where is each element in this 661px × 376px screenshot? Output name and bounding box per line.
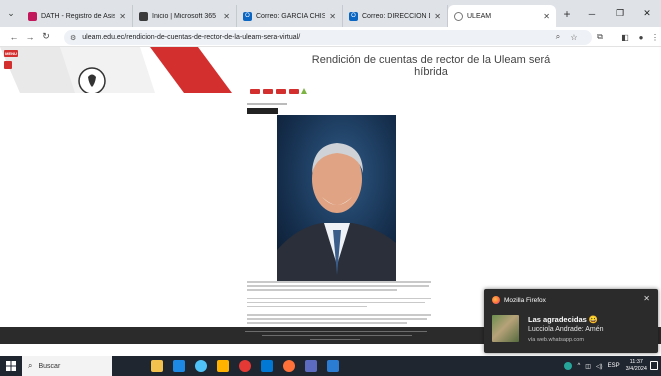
menu-badge[interactable]: MENU — [4, 50, 18, 57]
share-whatsapp-icon[interactable] — [276, 89, 286, 94]
forward-arrow-icon[interactable]: → — [22, 27, 38, 47]
share-facebook-icon[interactable] — [250, 89, 260, 94]
taskbar-app-task-view-icon[interactable] — [168, 356, 190, 376]
print-icon[interactable] — [301, 88, 307, 94]
taskbar-app-firefox-icon[interactable] — [278, 356, 300, 376]
weather-icon[interactable] — [564, 362, 573, 370]
tab-title: ULEAM — [467, 12, 492, 20]
network-icon[interactable]: ◫ — [585, 363, 591, 370]
reload-icon[interactable]: ↻ — [38, 27, 54, 47]
close-icon[interactable]: ✕ — [434, 12, 441, 21]
language-indicator[interactable]: ESP — [608, 363, 620, 369]
notification-center-icon[interactable] — [650, 361, 658, 370]
tab-title: Inicio | Microsoft 365 — [152, 12, 217, 20]
close-icon[interactable]: ✕ — [643, 294, 650, 303]
back-arrow-icon[interactable]: ← — [6, 27, 22, 47]
tab-dath[interactable]: DATH - Registro de Asistencia ✕ — [22, 5, 133, 27]
notification-body: Lucciola Andrade: Amén — [528, 326, 604, 333]
page-title: Rendición de cuentas de rector de la Ule… — [311, 54, 551, 78]
post-meta — [247, 103, 287, 105]
outlook-icon: O — [349, 11, 358, 21]
taskbar-app-mail-icon[interactable] — [256, 356, 278, 376]
taskbar-app-teams-icon[interactable] — [300, 356, 322, 376]
sidebar-icon[interactable]: ◧ — [618, 27, 632, 47]
notification-app-name: Mozilla Firefox — [492, 296, 546, 304]
share-twitter-icon[interactable] — [263, 89, 273, 94]
maximize-icon[interactable]: ❐ — [606, 0, 634, 27]
tab-title: Correo: GARCIA CHISPE CARLOS — [256, 12, 325, 20]
extensions-icon[interactable]: ⧉ — [593, 27, 607, 47]
rector-photo — [277, 115, 396, 283]
uleam-banner — [0, 47, 232, 93]
taskbar-app-word-icon[interactable] — [322, 356, 344, 376]
tab-microsoft365[interactable]: Inicio | Microsoft 365 ✕ — [133, 5, 237, 27]
clock[interactable]: 11:37 3/4/2024 — [626, 359, 647, 373]
windows-taskbar: ⌕ Buscar ^ ◫ ◁) ESP 11:37 3/4/2024 — [0, 356, 661, 376]
notification-image — [492, 315, 519, 342]
share-email-icon[interactable] — [289, 89, 299, 94]
chevron-up-icon[interactable]: ^ — [577, 363, 580, 369]
tab-outlook-garcia[interactable]: O Correo: GARCIA CHISPE CARLOS ✕ — [237, 5, 343, 27]
taskbar-app-files-icon[interactable] — [146, 356, 168, 376]
close-icon[interactable]: ✕ — [119, 12, 126, 21]
url-text: uleam.edu.ec/rendicion-de-cuentas-de-rec… — [82, 34, 301, 41]
firefox-notification[interactable]: Mozilla Firefox ✕ Las agradecidas 😀 Lucc… — [484, 289, 658, 353]
firefox-icon — [492, 296, 500, 304]
new-tab-button[interactable]: + — [558, 7, 576, 21]
site-info-icon[interactable]: ⚙ — [70, 34, 76, 42]
article-body — [247, 281, 431, 326]
microsoft365-icon — [139, 11, 148, 21]
search-icon[interactable]: ⌕ — [551, 27, 565, 47]
search-icon: ⌕ — [28, 361, 33, 370]
close-icon[interactable]: ✕ — [543, 12, 550, 21]
menu-kebab-icon[interactable]: ⋮ — [648, 27, 661, 47]
globe-icon — [454, 11, 463, 21]
taskbar-app-explorer-icon[interactable] — [212, 356, 234, 376]
close-icon[interactable]: ✕ — [329, 12, 336, 21]
taskbar-app-chrome-icon[interactable] — [234, 356, 256, 376]
side-accessibility-icon[interactable] — [4, 61, 12, 69]
tab-search-chevron-icon[interactable]: ⌄ — [0, 0, 22, 27]
profile-avatar-icon[interactable]: ● — [634, 27, 648, 47]
taskbar-search-input[interactable]: ⌕ Buscar — [22, 356, 112, 376]
minimize-icon[interactable]: ─ — [578, 0, 606, 27]
system-tray: ^ ◫ ◁) ESP 11:37 3/4/2024 — [564, 356, 647, 376]
bookmark-star-icon[interactable]: ☆ — [567, 27, 581, 47]
volume-icon[interactable]: ◁) — [596, 363, 603, 370]
tab-outlook-direccion[interactable]: O Correo: DIRECCIÓN DE COMUNICACIÓN ✕ — [343, 5, 448, 27]
category-tag[interactable] — [247, 108, 278, 114]
notification-source: vía web.whatsapp.com — [528, 337, 584, 343]
taskbar-app-edge-icon[interactable] — [190, 356, 212, 376]
tab-favicon-icon — [28, 11, 37, 21]
tab-uleam[interactable]: ULEAM ✕ — [448, 5, 556, 27]
outlook-icon: O — [243, 11, 252, 21]
notification-title: Las agradecidas 😀 — [528, 315, 599, 324]
tab-strip: ⌄ DATH - Registro de Asistencia ✕ Inicio… — [0, 0, 661, 27]
windows-logo-icon — [6, 361, 16, 371]
tab-title: DATH - Registro de Asistencia — [41, 12, 115, 20]
close-icon[interactable]: ✕ — [223, 12, 230, 21]
tab-title: Correo: DIRECCIÓN DE COMUNICACIÓN — [362, 12, 430, 20]
start-button[interactable] — [0, 356, 22, 376]
close-window-icon[interactable]: ✕ — [633, 0, 661, 27]
url-input[interactable]: ⚙ uleam.edu.ec/rendicion-de-cuentas-de-r… — [64, 30, 592, 45]
